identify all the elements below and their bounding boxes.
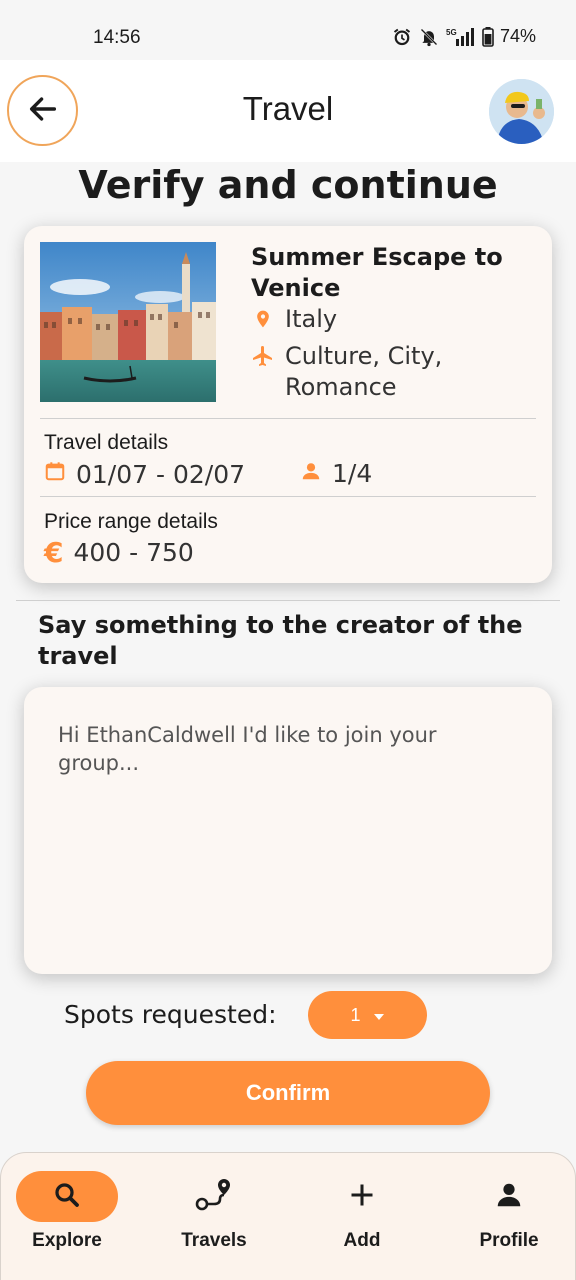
participants-count: 1/4 xyxy=(332,459,373,488)
svg-text:5G: 5G xyxy=(446,28,457,37)
search-icon xyxy=(52,1180,82,1214)
travel-dates: 01/07 - 02/07 xyxy=(76,459,246,489)
travel-photo xyxy=(40,242,216,402)
caret-down-icon xyxy=(373,1005,385,1026)
price-range: 400 - 750 xyxy=(73,538,194,567)
nav-item-explore[interactable]: Explore xyxy=(7,1171,127,1271)
nav-item-add[interactable]: Add xyxy=(302,1171,422,1271)
spots-selected-value: 1 xyxy=(350,1004,361,1025)
person-icon xyxy=(494,1180,524,1214)
message-heading: Say something to the creator of the trav… xyxy=(38,611,523,670)
travel-details-label: Travel details xyxy=(44,431,169,454)
nav-item-profile[interactable]: Profile xyxy=(449,1171,569,1271)
card-divider xyxy=(40,418,536,419)
battery-icon xyxy=(482,26,494,47)
section-divider xyxy=(16,600,560,601)
person-icon xyxy=(300,459,322,488)
dates-row: 01/07 - 02/07 xyxy=(44,459,245,489)
signal-icon: 5G xyxy=(446,27,476,47)
location-pin-icon xyxy=(251,304,275,331)
nav-item-travels[interactable]: Travels xyxy=(154,1171,274,1271)
spots-dropdown[interactable]: 1 xyxy=(308,991,427,1039)
spots-requested-label: Spots requested: xyxy=(64,1000,277,1029)
categories-row: Culture, City, Romance xyxy=(251,341,531,403)
alarm-icon xyxy=(392,27,412,47)
nav-label-travels: Travels xyxy=(181,1230,247,1251)
battery-level: 74% xyxy=(499,26,536,46)
participants-row: 1/4 xyxy=(300,459,372,488)
status-time: 14:56 xyxy=(93,27,141,48)
route-icon xyxy=(194,1177,234,1217)
price-range-label: Price range details xyxy=(44,510,218,533)
card-divider xyxy=(40,496,536,497)
country-name: Italy xyxy=(285,305,338,333)
mute-icon xyxy=(418,27,440,47)
trip-name: Summer Escape to Venice xyxy=(251,243,503,302)
airplane-icon xyxy=(251,341,275,368)
bottom-navigation: Explore Travels Add Profile xyxy=(0,1152,576,1280)
message-input[interactable] xyxy=(24,687,552,974)
status-bar: 14:56 5G 74% xyxy=(0,0,576,60)
nav-label-profile: Profile xyxy=(479,1230,539,1251)
plus-icon xyxy=(348,1181,376,1213)
nav-label-explore: Explore xyxy=(32,1230,102,1251)
country-row: Italy xyxy=(251,304,337,335)
page-title: Verify and continue xyxy=(78,163,498,207)
app-bar: Travel xyxy=(0,60,576,162)
travel-summary-card[interactable]: Summer Escape to Venice Italy Culture, C… xyxy=(24,226,552,583)
status-icons: 5G 74% xyxy=(392,26,536,47)
euro-icon: € xyxy=(44,535,64,569)
nav-label-add: Add xyxy=(343,1230,381,1251)
user-avatar[interactable] xyxy=(489,79,554,144)
price-row: € 400 - 750 xyxy=(44,538,194,567)
confirm-button[interactable]: Confirm xyxy=(86,1061,490,1125)
calendar-icon xyxy=(44,459,66,489)
travel-categories: Culture, City, Romance xyxy=(285,342,443,401)
